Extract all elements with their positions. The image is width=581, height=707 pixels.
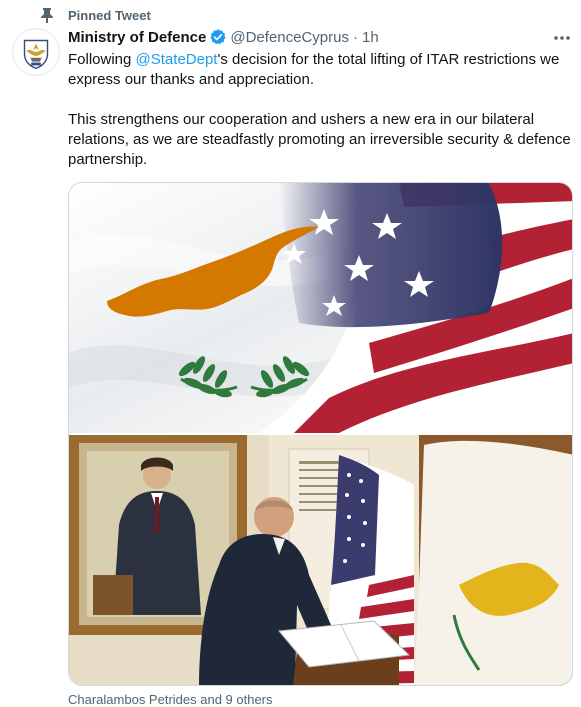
cyprus-us-flags-photo[interactable] — [69, 183, 573, 433]
more-options-icon[interactable] — [552, 28, 572, 48]
tweet-header: Ministry of Defence @DefenceCyprus · 1h — [68, 28, 379, 46]
pinned-label: Pinned Tweet — [68, 8, 151, 23]
pinned-indicator: Pinned Tweet — [40, 7, 151, 23]
pin-icon — [41, 8, 53, 23]
tweet-text-lead: Following — [68, 51, 136, 68]
separator-dot: · — [352, 28, 358, 46]
minister-signing-guestbook-photo[interactable] — [69, 435, 573, 686]
verified-badge-icon — [210, 29, 227, 45]
tweet-paragraph-1: Following @StateDept's decision for the … — [68, 50, 572, 90]
ministry-crest-icon — [13, 29, 59, 75]
mention-link[interactable]: @StateDept — [136, 51, 218, 68]
liked-by-text[interactable]: Charalambos Petrides and 9 others — [68, 692, 273, 707]
tweet-paragraph-2: This strengthens our cooperation and ush… — [68, 111, 571, 168]
handle[interactable]: @DefenceCyprus — [230, 29, 349, 46]
avatar[interactable] — [12, 28, 60, 76]
media-grid — [68, 182, 573, 686]
timestamp[interactable]: 1h — [362, 29, 379, 46]
display-name[interactable]: Ministry of Defence — [68, 29, 206, 46]
tweet-text: Following @StateDept's decision for the … — [68, 50, 572, 170]
